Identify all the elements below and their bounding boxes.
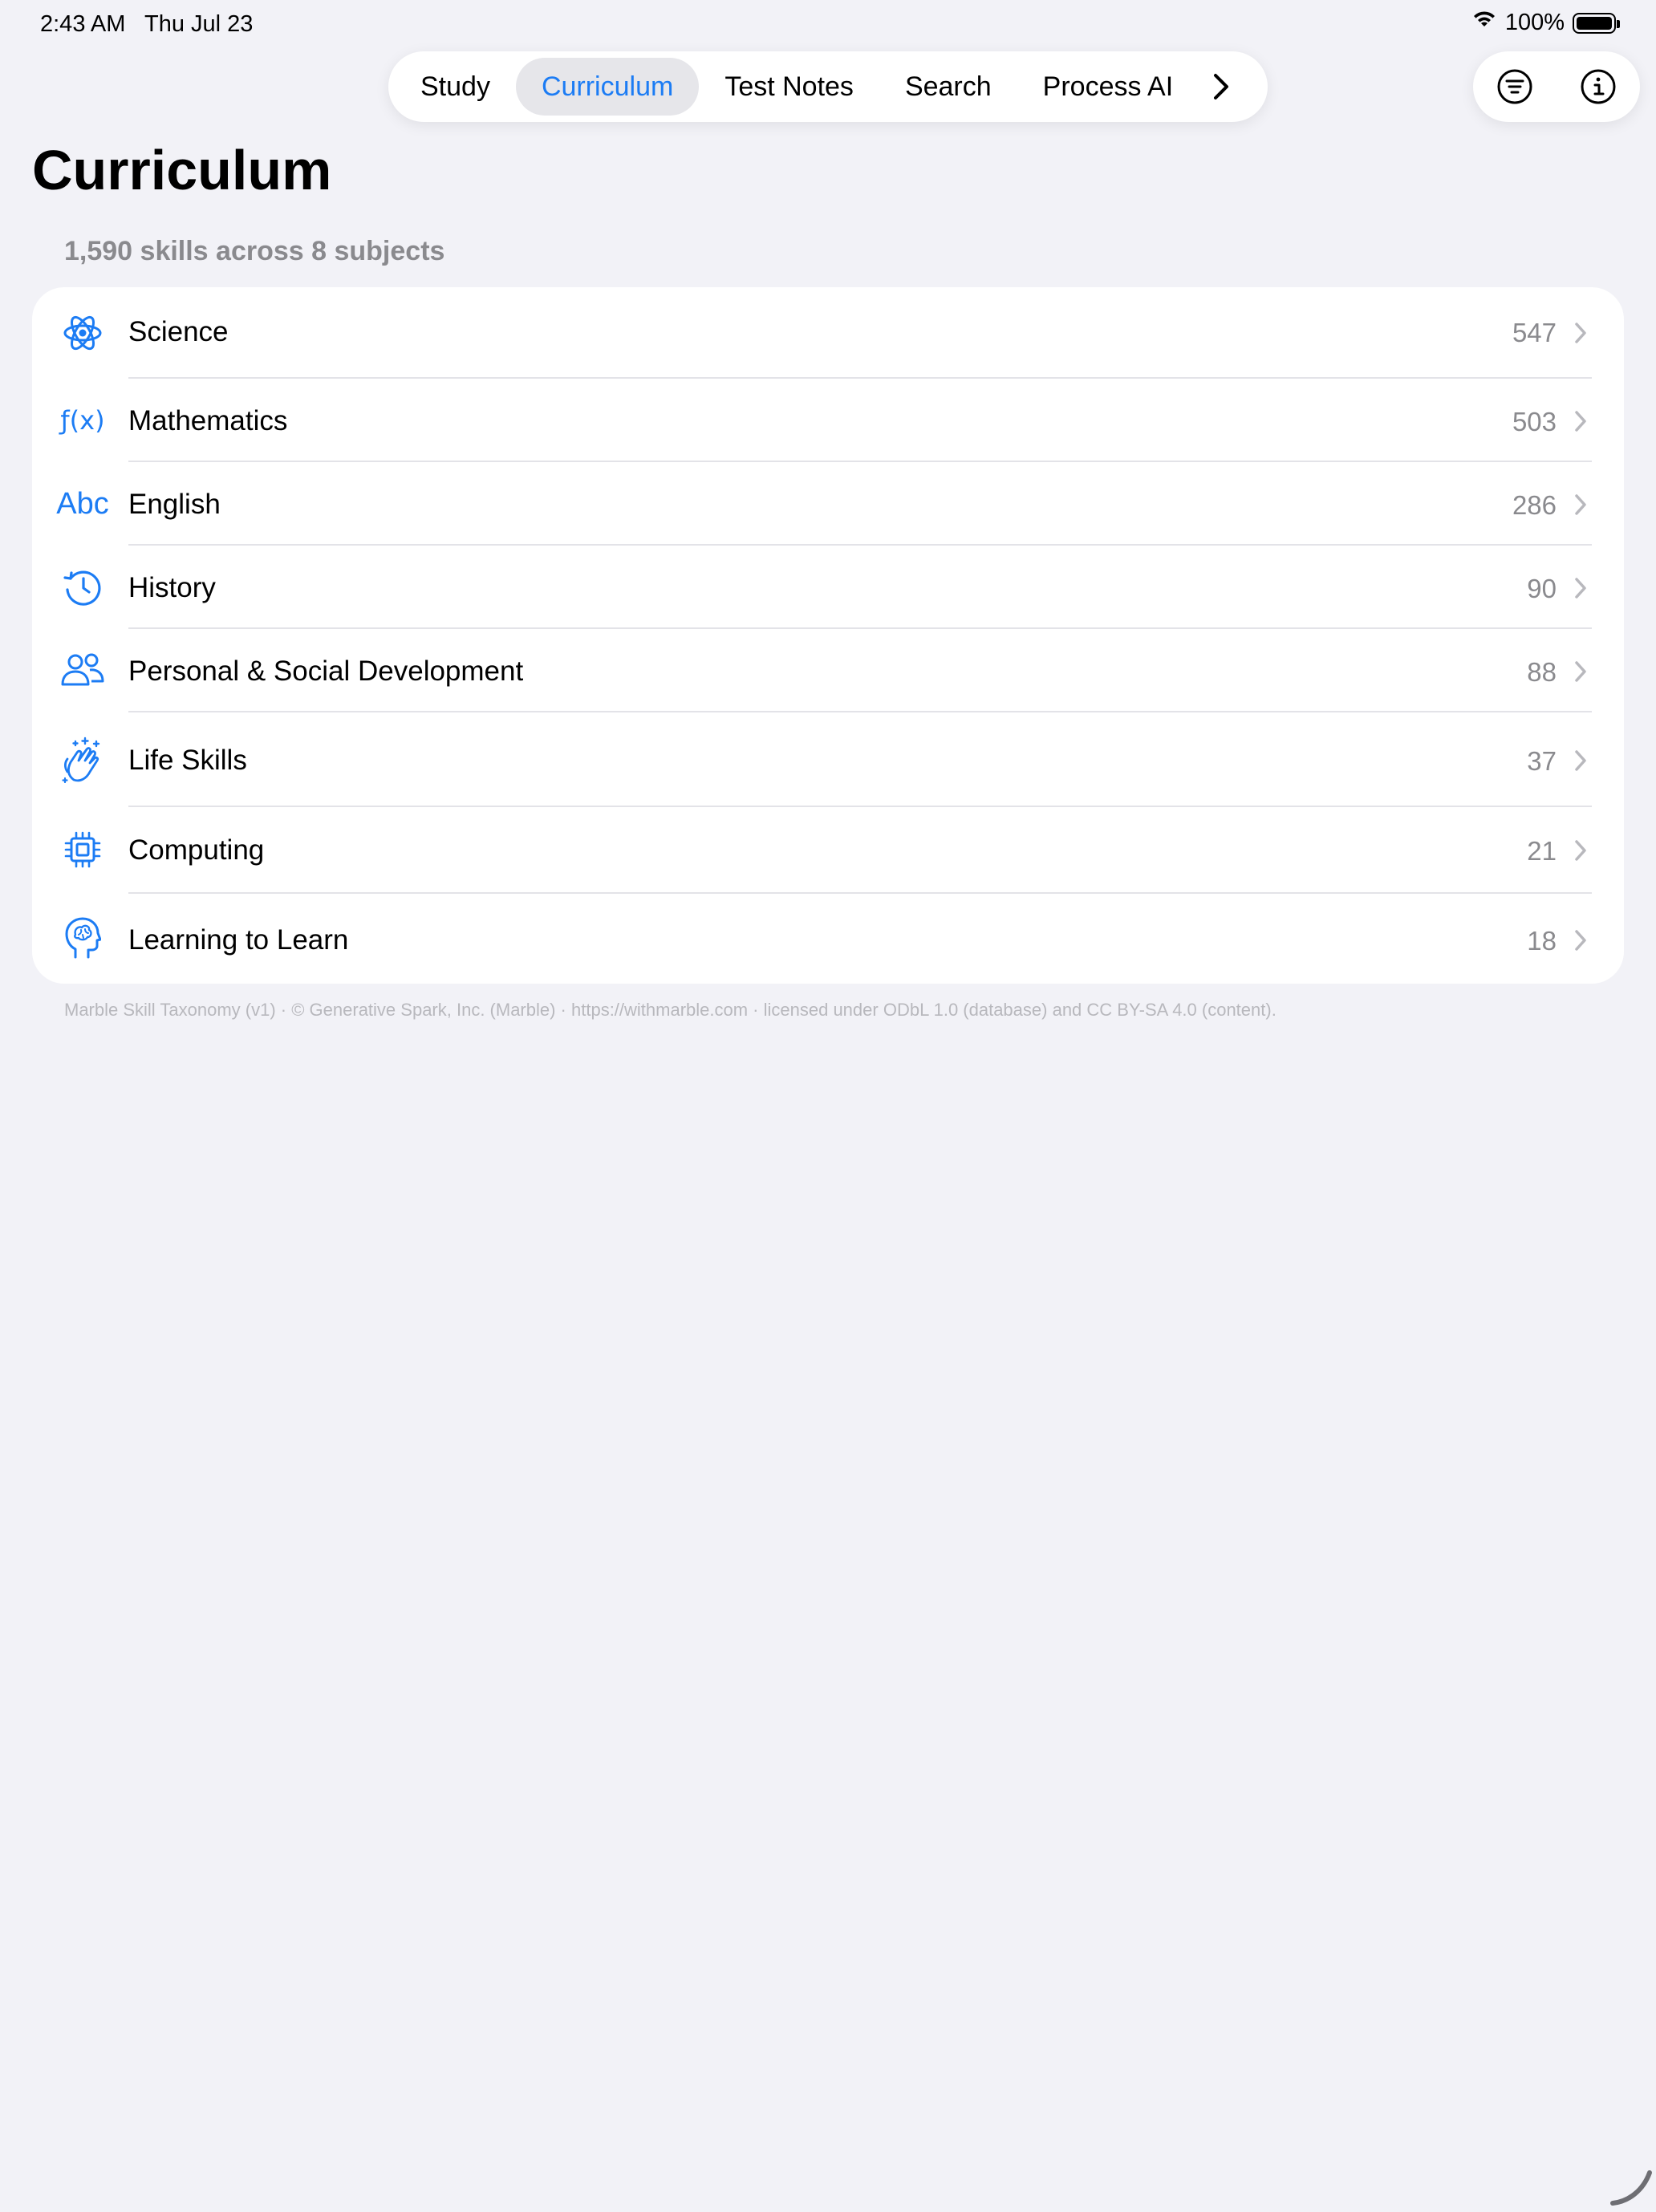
tab-process-ai[interactable]: Process AI — [1017, 58, 1199, 116]
skill-count: 88 — [1527, 657, 1557, 687]
chevron-right-icon — [1574, 658, 1590, 685]
abc-icon: Abc — [56, 486, 109, 521]
tab-study[interactable]: Study — [395, 58, 516, 116]
battery-icon — [1573, 12, 1620, 34]
list-item-science[interactable]: Science 547 — [32, 287, 1624, 379]
tabs-more-chevron-icon[interactable] — [1199, 58, 1244, 116]
cpu-icon — [58, 825, 108, 875]
list-item-english[interactable]: Abc English 286 — [32, 462, 1624, 546]
wifi-icon — [1471, 10, 1497, 36]
clock-history-icon — [58, 562, 108, 612]
subject-label: Learning to Learn — [128, 924, 349, 956]
hands-clap-icon — [58, 735, 108, 785]
list-item-history[interactable]: History 90 — [32, 546, 1624, 629]
tab-bar: Study Curriculum Test Notes Search Proce… — [388, 51, 1268, 122]
chevron-right-icon — [1574, 408, 1590, 435]
filter-icon — [1497, 69, 1532, 104]
status-indicators: 100% — [1471, 10, 1620, 36]
list-item-personal-social-development[interactable]: Personal & Social Development 88 — [32, 629, 1624, 712]
chevron-right-icon — [1574, 747, 1590, 774]
skill-count: 547 — [1512, 318, 1557, 347]
skill-count: 37 — [1527, 746, 1557, 776]
chevron-right-icon — [1574, 491, 1590, 518]
subject-label: Personal & Social Development — [128, 655, 524, 687]
skill-count: 18 — [1527, 926, 1557, 956]
page-title: Curriculum — [32, 139, 332, 201]
info-icon — [1581, 69, 1616, 104]
list-item-computing[interactable]: Computing 21 — [32, 807, 1624, 892]
people-icon — [58, 646, 108, 696]
subject-label: Mathematics — [128, 405, 288, 436]
status-date: Thu Jul 23 — [144, 11, 254, 37]
skill-count: 286 — [1512, 490, 1557, 520]
filter-button[interactable] — [1486, 58, 1544, 116]
status-time: 2:43 AM — [40, 11, 126, 37]
chevron-right-icon — [1574, 574, 1590, 602]
subjects-list: Science 547 ƒ(x) Mathematics 503 Abc Eng… — [32, 287, 1624, 984]
tab-curriculum[interactable]: Curriculum — [515, 58, 700, 116]
brain-head-icon — [58, 913, 108, 963]
chevron-right-icon — [1574, 319, 1590, 347]
function-icon: ƒ(x) — [60, 405, 105, 436]
battery-percent: 100% — [1504, 10, 1565, 35]
list-item-learning-to-learn[interactable]: Learning to Learn 18 — [32, 894, 1624, 984]
skill-count: 90 — [1527, 574, 1557, 603]
subject-label: English — [128, 489, 221, 520]
chevron-right-icon — [1574, 927, 1590, 954]
atom-icon — [58, 308, 108, 358]
page-subtitle: 1,590 skills across 8 subjects — [64, 236, 445, 266]
subject-label: Science — [128, 316, 229, 347]
tab-search[interactable]: Search — [879, 58, 1017, 116]
info-button[interactable] — [1569, 58, 1627, 116]
top-actions — [1473, 51, 1640, 122]
chevron-right-icon — [1574, 837, 1590, 864]
license-footer: Marble Skill Taxonomy (v1) · © Generativ… — [64, 1000, 1276, 1020]
list-item-mathematics[interactable]: ƒ(x) Mathematics 503 — [32, 379, 1624, 462]
status-bar: 2:43 AM Thu Jul 23 100% — [0, 0, 1656, 51]
list-item-life-skills[interactable]: Life Skills 37 — [32, 712, 1624, 807]
subject-label: History — [128, 572, 216, 603]
skill-count: 21 — [1527, 836, 1557, 866]
tab-test-notes[interactable]: Test Notes — [699, 58, 879, 116]
subject-label: Life Skills — [128, 745, 247, 776]
resize-corner-indicator[interactable] — [1608, 2169, 1656, 2208]
skill-count: 503 — [1512, 407, 1557, 436]
subject-label: Computing — [128, 834, 265, 866]
